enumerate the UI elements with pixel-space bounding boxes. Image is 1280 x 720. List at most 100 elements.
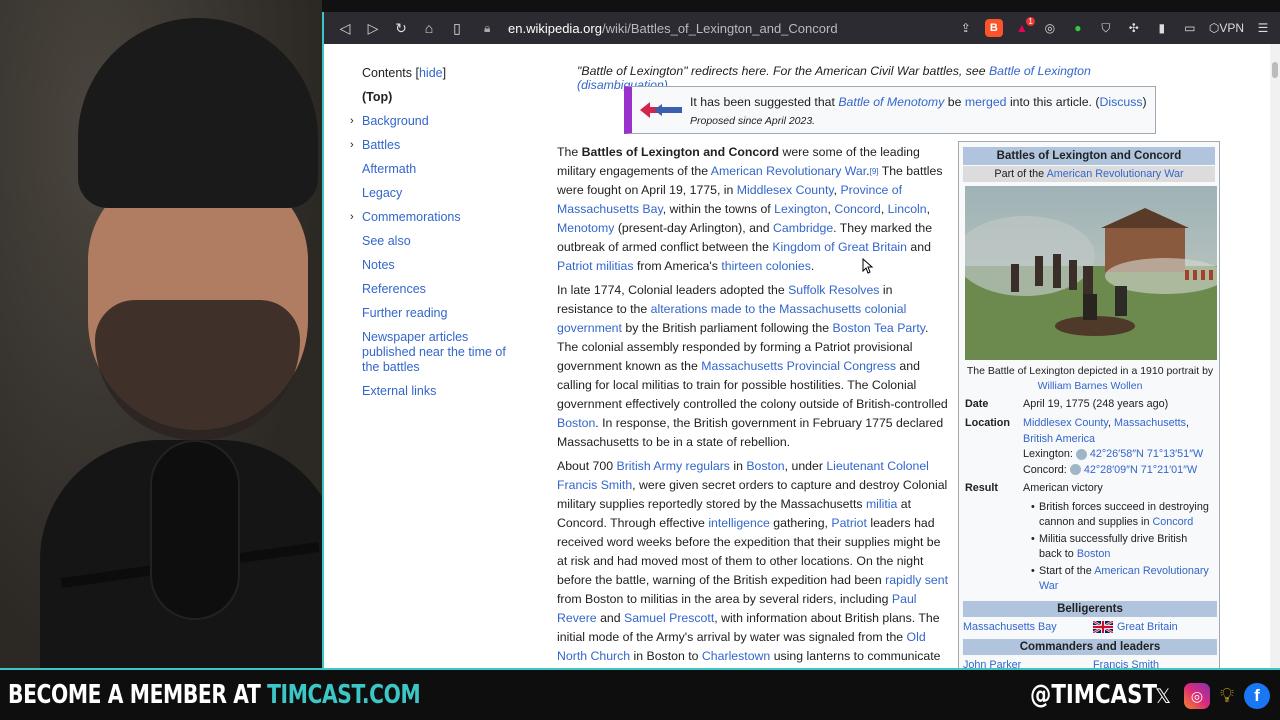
url-host: en.wikipedia.org bbox=[508, 20, 602, 36]
francis-smith-link[interactable]: Francis Smith bbox=[1093, 658, 1159, 668]
reload-icon[interactable]: ↻ bbox=[388, 15, 414, 41]
toc-item-aftermath[interactable]: Aftermath bbox=[362, 162, 522, 177]
link-boston-2[interactable]: Boston bbox=[746, 459, 784, 473]
forward-icon[interactable]: ▷ bbox=[360, 15, 386, 41]
home-icon[interactable]: ⌂ bbox=[416, 15, 442, 41]
link-boston-tea-party[interactable]: Boston Tea Party bbox=[832, 321, 925, 335]
toc-item-commemorations[interactable]: › Commemorations bbox=[350, 210, 522, 225]
webcam-feed bbox=[0, 0, 322, 668]
merge-notice: It has been suggested that Battle of Men… bbox=[624, 86, 1156, 134]
result-concord-link[interactable]: Concord bbox=[1152, 516, 1193, 528]
brave-shields-icon[interactable]: B bbox=[984, 19, 1003, 37]
infobox-caption: The Battle of Lexington depicted in a 19… bbox=[966, 365, 1214, 392]
link-rapidly-sent[interactable]: rapidly sent bbox=[885, 573, 948, 587]
bookmark-icon[interactable]: ▯ bbox=[444, 15, 470, 41]
toc-item-references[interactable]: References bbox=[362, 282, 522, 297]
link-lincoln[interactable]: Lincoln bbox=[888, 202, 927, 216]
toc-item-legacy[interactable]: Legacy bbox=[362, 186, 522, 201]
scrollbar-thumb[interactable] bbox=[1272, 62, 1278, 78]
toc-item-newspaper-articles[interactable]: Newspaper articles published near the ti… bbox=[362, 330, 512, 375]
lexington-coord-link[interactable]: 42°26′58″N 71°13′51″W bbox=[1090, 448, 1203, 460]
puzzle-icon[interactable]: ✣ bbox=[1125, 19, 1143, 37]
link-patriot-militias[interactable]: Patriot militias bbox=[557, 259, 634, 273]
link-suffolk-resolves[interactable]: Suffolk Resolves bbox=[788, 283, 879, 297]
great-britain-link[interactable]: Great Britain bbox=[1117, 621, 1178, 633]
status-dot-icon[interactable]: ● bbox=[1069, 19, 1087, 37]
microphone bbox=[150, 440, 240, 620]
chevron-right-icon[interactable]: › bbox=[350, 210, 354, 225]
link-patriot[interactable]: Patriot bbox=[831, 516, 867, 530]
link-provincial-congress[interactable]: Massachusetts Provincial Congress bbox=[701, 359, 896, 373]
link-boston[interactable]: Boston bbox=[557, 416, 595, 430]
toc-item-see-also[interactable]: See also bbox=[362, 234, 522, 249]
link-samuel-prescott[interactable]: Samuel Prescott bbox=[624, 611, 714, 625]
toc-item-external-links[interactable]: External links bbox=[362, 384, 522, 399]
share-icon[interactable]: ⇪ bbox=[957, 19, 975, 37]
loc-middlesex-link[interactable]: Middlesex County bbox=[1023, 417, 1108, 429]
menotomy-link[interactable]: Battle of Menotomy bbox=[838, 95, 944, 109]
infobox-war-link[interactable]: American Revolutionary War bbox=[1047, 168, 1184, 180]
result-bullet-2: Militia successfully drive British back … bbox=[1031, 532, 1211, 563]
shield-icon[interactable]: ⛉ bbox=[1097, 19, 1115, 37]
toc-item-top[interactable]: (Top) bbox=[362, 90, 522, 105]
link-thirteen-colonies[interactable]: thirteen colonies bbox=[721, 259, 811, 273]
link-kingdom-of-great-britain[interactable]: Kingdom of Great Britain bbox=[772, 240, 907, 254]
toc-item-further-reading[interactable]: Further reading bbox=[362, 306, 522, 321]
stream-overlay-bar: BECOME A MEMBER AT TIMCAST.COM @TIMCAST … bbox=[0, 668, 1280, 720]
loc-massachusetts-link[interactable]: Massachusetts bbox=[1114, 417, 1186, 429]
back-icon[interactable]: ◁ bbox=[332, 15, 358, 41]
wollen-link[interactable]: William Barnes Wollen bbox=[1038, 380, 1143, 392]
extension-icon[interactable]: ◎ bbox=[1041, 19, 1059, 37]
link-american-revolutionary-war[interactable]: American Revolutionary War bbox=[711, 164, 866, 178]
browser-window: ◁ ▷ ↻ ⌂ ▯ 🔒︎ en.wikipedia.org/wiki/Battl… bbox=[322, 12, 1280, 668]
page-scrollbar[interactable] bbox=[1270, 44, 1280, 668]
link-cambridge[interactable]: Cambridge bbox=[773, 221, 833, 235]
intro-paragraph-2: In late 1774, Colonial leaders adopted t… bbox=[557, 283, 948, 449]
vpn-label: VPN bbox=[1219, 21, 1244, 35]
concord-coord-link[interactable]: 42°28′09″N 71°21′01″W bbox=[1084, 464, 1197, 476]
citation-9[interactable]: [9] bbox=[870, 167, 879, 176]
toc-hide-link[interactable]: hide bbox=[419, 66, 443, 80]
link-middlesex-county[interactable]: Middlesex County bbox=[737, 183, 834, 197]
address-bar[interactable]: 🔒︎ en.wikipedia.org/wiki/Battles_of_Lexi… bbox=[484, 16, 884, 40]
menu-icon[interactable]: ☰ bbox=[1254, 19, 1272, 37]
screen: ◁ ▷ ↻ ⌂ ▯ 🔒︎ en.wikipedia.org/wiki/Battl… bbox=[0, 0, 1280, 720]
lightbulb-icon: 💡︎ bbox=[1220, 684, 1234, 707]
link-british-army-regulars[interactable]: British Army regulars bbox=[617, 459, 730, 473]
toolbar-right: ⇪ B ▲ 1 ◎ ● ⛉ ✣ ▮ ▭ ⬡ VPN ☰ bbox=[957, 12, 1272, 44]
link-menotomy[interactable]: Menotomy bbox=[557, 221, 614, 235]
toc-item-notes[interactable]: Notes bbox=[362, 258, 522, 273]
link-francis-smith[interactable]: Lieutenant Colonel Francis Smith bbox=[557, 459, 929, 492]
result-boston-link[interactable]: Boston bbox=[1077, 548, 1111, 560]
table-of-contents: Contents [hide] (Top) › Background › Battl… bbox=[350, 66, 522, 408]
link-concord[interactable]: Concord bbox=[834, 202, 880, 216]
battle-painting[interactable] bbox=[965, 186, 1217, 360]
discuss-link[interactable]: Discuss bbox=[1099, 95, 1142, 109]
link-intelligence[interactable]: intelligence bbox=[708, 516, 770, 530]
toc-item-battles[interactable]: › Battles bbox=[350, 138, 522, 153]
chevron-right-icon[interactable]: › bbox=[350, 138, 354, 153]
link-paul-revere[interactable]: Paul Revere bbox=[557, 592, 917, 625]
lock-icon: 🔒︎ bbox=[484, 20, 491, 35]
merged-link[interactable]: merged bbox=[965, 95, 1007, 109]
massachusetts-bay-link[interactable]: Massachusetts Bay bbox=[963, 620, 1057, 636]
vpn-button[interactable]: ⬡ VPN bbox=[1209, 19, 1244, 37]
result-value: American victory bbox=[1023, 482, 1103, 494]
infobox: Battles of Lexington and Concord Part of… bbox=[958, 141, 1220, 668]
link-militia[interactable]: militia bbox=[866, 497, 897, 511]
toc-item-background[interactable]: › Background bbox=[350, 114, 522, 129]
mouse-cursor-icon bbox=[862, 258, 874, 274]
rewards-icon[interactable]: ▲ 1 bbox=[1013, 17, 1035, 37]
wallet-icon[interactable]: ▭ bbox=[1181, 19, 1199, 37]
globe-icon bbox=[1069, 464, 1081, 476]
url-path: /wiki/Battles_of_Lexington_and_Concord bbox=[601, 20, 838, 36]
john-parker-link[interactable]: John Parker bbox=[963, 658, 1021, 668]
notification-count: 1 bbox=[1026, 17, 1035, 26]
link-charlestown[interactable]: Charlestown bbox=[702, 649, 770, 663]
result-bullet-3: Start of the American Revolutionary War bbox=[1031, 564, 1211, 595]
link-lexington[interactable]: Lexington bbox=[774, 202, 827, 216]
sidebar-icon[interactable]: ▮ bbox=[1153, 19, 1171, 37]
chevron-right-icon[interactable]: › bbox=[350, 114, 354, 129]
browser-toolbar: ◁ ▷ ↻ ⌂ ▯ 🔒︎ en.wikipedia.org/wiki/Battl… bbox=[324, 12, 1280, 44]
loc-british-america-link[interactable]: British America bbox=[1023, 433, 1095, 445]
